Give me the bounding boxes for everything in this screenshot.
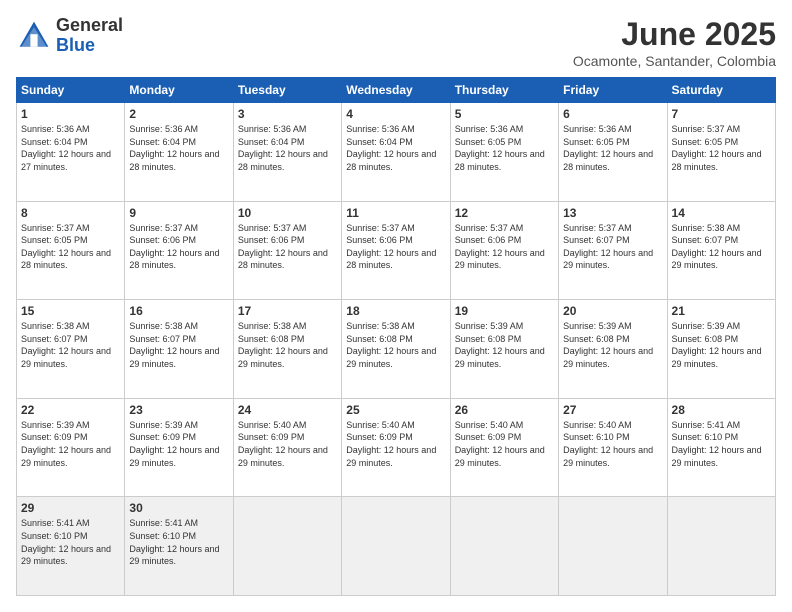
logo-icon [16,18,52,54]
list-item: 7 Sunrise: 5:37 AMSunset: 6:05 PMDayligh… [667,103,775,202]
col-thursday: Thursday [450,78,558,103]
list-item: 12 Sunrise: 5:37 AMSunset: 6:06 PMDaylig… [450,201,558,300]
list-item: 29 Sunrise: 5:41 AMSunset: 6:10 PMDaylig… [17,497,125,596]
list-item: 30 Sunrise: 5:41 AMSunset: 6:10 PMDaylig… [125,497,233,596]
header: General Blue June 2025 Ocamonte, Santand… [16,16,776,69]
col-tuesday: Tuesday [233,78,341,103]
list-item: 25 Sunrise: 5:40 AMSunset: 6:09 PMDaylig… [342,398,450,497]
list-item: 2 Sunrise: 5:36 AMSunset: 6:04 PMDayligh… [125,103,233,202]
list-item [450,497,558,596]
list-item: 17 Sunrise: 5:38 AMSunset: 6:08 PMDaylig… [233,300,341,399]
list-item [233,497,341,596]
list-item: 11 Sunrise: 5:37 AMSunset: 6:06 PMDaylig… [342,201,450,300]
col-monday: Monday [125,78,233,103]
logo: General Blue [16,16,123,56]
list-item: 18 Sunrise: 5:38 AMSunset: 6:08 PMDaylig… [342,300,450,399]
list-item [559,497,667,596]
list-item: 22 Sunrise: 5:39 AMSunset: 6:09 PMDaylig… [17,398,125,497]
list-item: 3 Sunrise: 5:36 AMSunset: 6:04 PMDayligh… [233,103,341,202]
col-wednesday: Wednesday [342,78,450,103]
calendar: Sunday Monday Tuesday Wednesday Thursday… [16,77,776,596]
list-item: 10 Sunrise: 5:37 AMSunset: 6:06 PMDaylig… [233,201,341,300]
table-row: 29 Sunrise: 5:41 AMSunset: 6:10 PMDaylig… [17,497,776,596]
table-row: 22 Sunrise: 5:39 AMSunset: 6:09 PMDaylig… [17,398,776,497]
logo-text: General Blue [56,16,123,56]
month-title: June 2025 [573,16,776,53]
list-item: 27 Sunrise: 5:40 AMSunset: 6:10 PMDaylig… [559,398,667,497]
table-row: 1 Sunrise: 5:36 AMSunset: 6:04 PMDayligh… [17,103,776,202]
col-sunday: Sunday [17,78,125,103]
list-item: 24 Sunrise: 5:40 AMSunset: 6:09 PMDaylig… [233,398,341,497]
list-item [342,497,450,596]
title-block: June 2025 Ocamonte, Santander, Colombia [573,16,776,69]
list-item: 20 Sunrise: 5:39 AMSunset: 6:08 PMDaylig… [559,300,667,399]
col-saturday: Saturday [667,78,775,103]
list-item: 19 Sunrise: 5:39 AMSunset: 6:08 PMDaylig… [450,300,558,399]
list-item: 23 Sunrise: 5:39 AMSunset: 6:09 PMDaylig… [125,398,233,497]
col-friday: Friday [559,78,667,103]
logo-blue: Blue [56,36,123,56]
page: General Blue June 2025 Ocamonte, Santand… [0,0,792,612]
list-item: 15 Sunrise: 5:38 AMSunset: 6:07 PMDaylig… [17,300,125,399]
list-item: 28 Sunrise: 5:41 AMSunset: 6:10 PMDaylig… [667,398,775,497]
list-item: 1 Sunrise: 5:36 AMSunset: 6:04 PMDayligh… [17,103,125,202]
list-item: 9 Sunrise: 5:37 AMSunset: 6:06 PMDayligh… [125,201,233,300]
table-row: 15 Sunrise: 5:38 AMSunset: 6:07 PMDaylig… [17,300,776,399]
list-item: 26 Sunrise: 5:40 AMSunset: 6:09 PMDaylig… [450,398,558,497]
list-item: 4 Sunrise: 5:36 AMSunset: 6:04 PMDayligh… [342,103,450,202]
location: Ocamonte, Santander, Colombia [573,53,776,69]
list-item: 5 Sunrise: 5:36 AMSunset: 6:05 PMDayligh… [450,103,558,202]
table-row: 8 Sunrise: 5:37 AMSunset: 6:05 PMDayligh… [17,201,776,300]
logo-general: General [56,16,123,36]
calendar-header-row: Sunday Monday Tuesday Wednesday Thursday… [17,78,776,103]
list-item [667,497,775,596]
list-item: 13 Sunrise: 5:37 AMSunset: 6:07 PMDaylig… [559,201,667,300]
list-item: 14 Sunrise: 5:38 AMSunset: 6:07 PMDaylig… [667,201,775,300]
list-item: 6 Sunrise: 5:36 AMSunset: 6:05 PMDayligh… [559,103,667,202]
list-item: 8 Sunrise: 5:37 AMSunset: 6:05 PMDayligh… [17,201,125,300]
list-item: 16 Sunrise: 5:38 AMSunset: 6:07 PMDaylig… [125,300,233,399]
list-item: 21 Sunrise: 5:39 AMSunset: 6:08 PMDaylig… [667,300,775,399]
